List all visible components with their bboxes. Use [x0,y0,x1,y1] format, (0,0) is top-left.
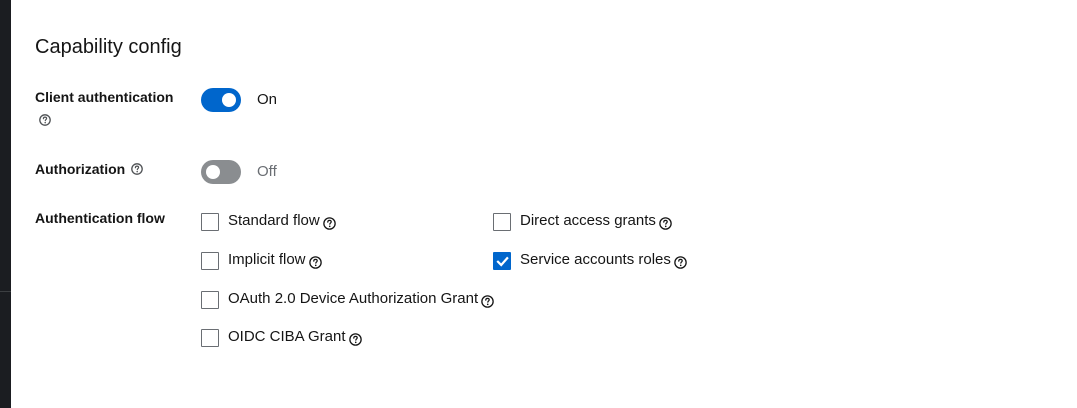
service-accounts-roles-label: Service accounts roles [520,250,671,268]
oauth-device-authorization-grant-label: OAuth 2.0 Device Authorization Grant [228,289,479,307]
standard-flow-label: Standard flow [228,211,320,229]
section-title: Capability config [35,36,182,58]
authorization-help-icon[interactable] [131,163,144,175]
direct-access-grants-option[interactable]: Direct access grants [493,212,672,232]
service-accounts-roles-option[interactable]: Service accounts roles [493,251,687,271]
authorization-label-text: Authorization [35,161,126,177]
standard-flow-help-icon[interactable] [322,216,336,230]
capability-config-page: Capability config Client authentication … [0,0,1077,408]
authorization-state: Off [257,163,277,180]
switch-knob [206,165,220,179]
oauth-device-authorization-grant-help-icon[interactable] [481,294,494,308]
oidc-ciba-grant-help-icon[interactable] [348,332,362,346]
implicit-flow-option[interactable]: Implicit flow [201,251,322,271]
implicit-flow-label: Implicit flow [228,250,306,268]
left-panel-divider [0,291,11,292]
checkmark-icon [496,256,509,267]
left-panel-edge [0,0,11,408]
direct-access-grants-help-icon[interactable] [659,216,672,230]
switch-knob [222,93,236,107]
oidc-ciba-grant-label: OIDC CIBA Grant [228,327,346,345]
standard-flow-checkbox[interactable] [201,213,219,231]
implicit-flow-checkbox[interactable] [201,252,219,270]
client-authentication-label: Client authentication [35,89,173,105]
direct-access-grants-checkbox[interactable] [493,213,511,231]
service-accounts-roles-checkbox[interactable] [493,252,511,270]
service-accounts-roles-help-icon[interactable] [674,255,687,269]
client-authentication-switch[interactable] [201,88,241,112]
implicit-flow-help-icon[interactable] [308,255,322,269]
standard-flow-option[interactable]: Standard flow [201,212,336,232]
oidc-ciba-grant-option[interactable]: OIDC CIBA Grant [201,328,362,348]
authorization-switch[interactable] [201,160,241,184]
client-authentication-help-icon[interactable] [39,114,51,126]
direct-access-grants-label: Direct access grants [520,211,656,229]
client-authentication-label-text: Client authentication [35,89,174,105]
authentication-flow-label: Authentication flow [35,210,165,226]
client-authentication-state: On [257,91,278,108]
oauth-device-authorization-grant-checkbox[interactable] [201,291,219,309]
authentication-flow-label-text: Authentication flow [35,210,165,226]
authorization-label: Authorization [35,161,144,177]
oauth-device-authorization-grant-option[interactable]: OAuth 2.0 Device Authorization Grant [201,290,494,310]
oidc-ciba-grant-checkbox[interactable] [201,329,219,347]
